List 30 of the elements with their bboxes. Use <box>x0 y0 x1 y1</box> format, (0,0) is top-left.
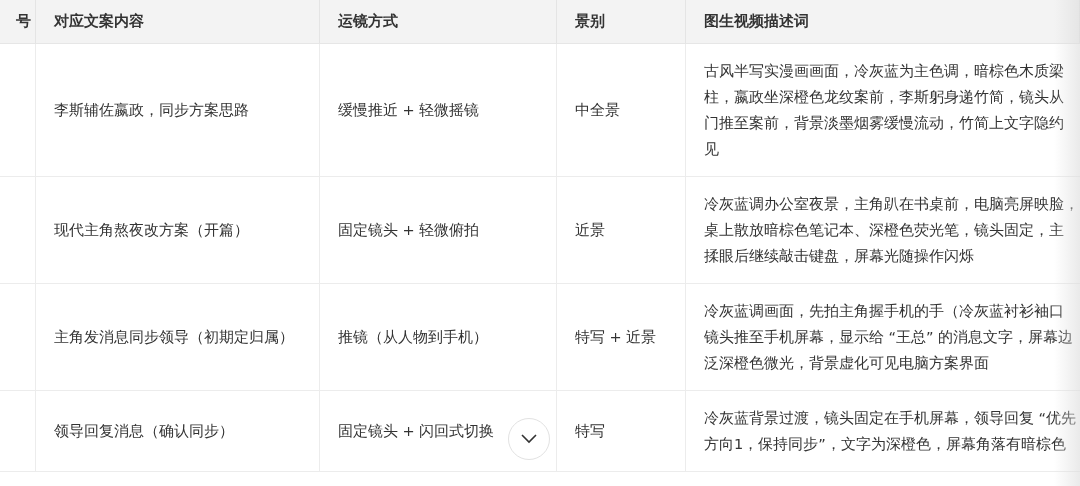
table-cell: 领导回复消息（确认同步） <box>36 391 320 472</box>
prompt-text-line: 冷灰蓝调办公室夜景，主角趴在书桌前，电脑亮屏映脸， <box>704 195 1079 214</box>
table-cell: 现代主角熬夜改方案（开篇） <box>36 177 320 284</box>
column-header: 号 <box>0 0 36 44</box>
column-header: 运镜方式 <box>320 0 557 44</box>
table-cell: 李斯辅佐嬴政，同步方案思路 <box>36 44 320 177</box>
prompt-text-line: 门推至案前，背景淡墨烟雾缓慢流动，竹简上文字隐约 <box>704 114 1064 133</box>
table-cell: 主角发消息同步领导（初期定归属） <box>36 284 320 391</box>
prompt-text-line: 镜头推至手机屏幕，显示给 “王总” 的消息文字，屏幕边 <box>704 328 1074 347</box>
prompt-text-line: 见 <box>704 140 719 159</box>
table-cell: 特写 <box>557 391 686 472</box>
prompt-text-line: 方向1，保持同步”，文字为深橙色，屏幕角落有暗棕色 <box>704 435 1066 454</box>
column-header: 对应文案内容 <box>36 0 320 44</box>
table-cell: 推镜（从人物到手机） <box>320 284 557 391</box>
prompt-text-line: 泛深橙色微光，背景虚化可见电脑方案界面 <box>704 354 989 373</box>
chevron-down-icon <box>521 434 537 444</box>
column-header: 景别 <box>557 0 686 44</box>
table-cell: 固定镜头 + 轻微俯拍 <box>320 177 557 284</box>
table-cell: 特写 + 近景 <box>557 284 686 391</box>
table-cell: 中全景 <box>557 44 686 177</box>
scroll-down-button[interactable] <box>508 418 550 460</box>
column-header: 图生视频描述词 <box>686 0 1080 44</box>
table-cell: 缓慢推近 + 轻微摇镜 <box>320 44 557 177</box>
table-cell: 近景 <box>557 177 686 284</box>
prompt-text-line: 柱，嬴政坐深橙色龙纹案前，李斯躬身递竹简，镜头从 <box>704 88 1064 107</box>
prompt-text-line: 古风半写实漫画画面，冷灰蓝为主色调，暗棕色木质梁 <box>704 62 1064 81</box>
prompt-text-line: 桌上散放暗棕色笔记本、深橙色荧光笔，镜头固定，主 <box>704 221 1064 240</box>
prompt-text-line: 冷灰蓝调画面，先拍主角握手机的手（冷灰蓝衬衫袖口 <box>704 302 1064 321</box>
prompt-text-line: 揉眼后继续敲击键盘，屏幕光随操作闪烁 <box>704 247 974 266</box>
prompt-text-line: 冷灰蓝背景过渡，镜头固定在手机屏幕，领导回复 “优先 <box>704 409 1077 428</box>
